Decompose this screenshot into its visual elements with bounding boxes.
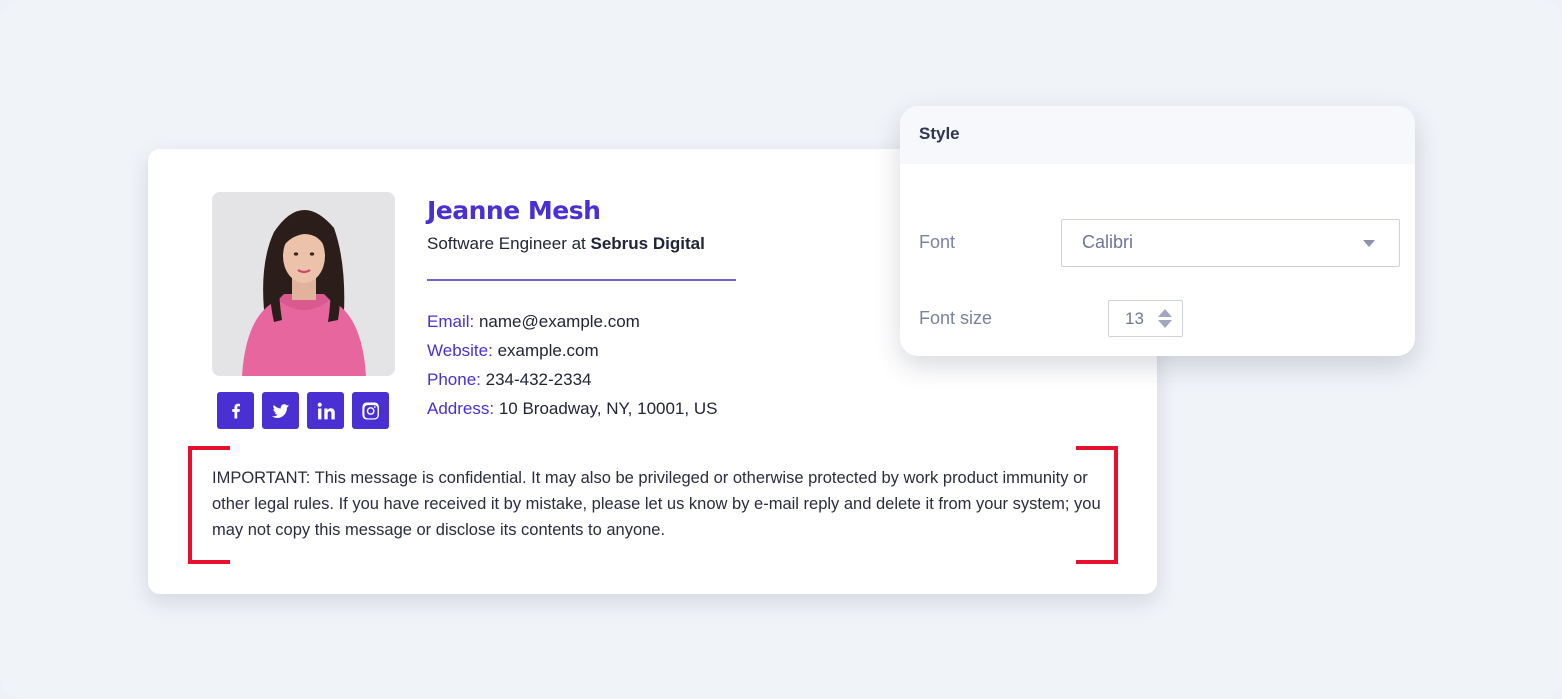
job-title: Software Engineer at (427, 234, 591, 253)
contact-value: example.com (497, 341, 599, 360)
confidentiality-disclaimer: IMPORTANT: This message is confidential.… (212, 469, 1101, 539)
contact-label: Website: (427, 341, 493, 360)
signature-divider (427, 279, 736, 281)
chevron-down-icon (1363, 240, 1375, 247)
twitter-icon (271, 403, 289, 418)
contact-value: name@example.com (478, 312, 640, 331)
contact-label: Phone: (427, 370, 481, 389)
contact-label: Email: (427, 312, 475, 331)
font-size-stepper[interactable] (1158, 309, 1172, 329)
font-size-value: 13 (1125, 309, 1144, 328)
contact-label: Address: (427, 399, 495, 418)
font-size-label: Font size (919, 308, 993, 328)
contact-row-address: Address: 10 Broadway, NY, 10001, US (427, 394, 717, 423)
panel-title: Style (900, 106, 1415, 164)
job-title-line: Software Engineer at Sebrus Digital (427, 234, 705, 254)
font-select-value: Calibri (1082, 232, 1134, 252)
font-label: Font (919, 232, 956, 252)
style-panel: Style Font Calibri Font size 13 (900, 106, 1415, 356)
company-name: Sebrus Digital (590, 234, 705, 253)
contact-row-phone: Phone: 234-432-2334 (427, 365, 717, 394)
font-size-input[interactable]: 13 (1108, 300, 1183, 337)
facebook-button[interactable] (217, 392, 254, 429)
font-select[interactable]: Calibri (1061, 219, 1400, 267)
linkedin-icon (317, 402, 335, 419)
stepper-down-icon[interactable] (1158, 320, 1172, 328)
contact-row-website: Website: example.com (427, 336, 717, 365)
linkedin-button[interactable] (307, 392, 344, 429)
contact-value: 10 Broadway, NY, 10001, US (498, 399, 718, 418)
facebook-icon (231, 403, 240, 418)
stepper-up-icon[interactable] (1158, 309, 1172, 317)
twitter-button[interactable] (262, 392, 299, 429)
person-portrait-image (212, 192, 395, 376)
contact-details: Email: name@example.com Website: example… (427, 307, 717, 423)
social-links (217, 392, 389, 429)
contact-row-email: Email: name@example.com (427, 307, 717, 336)
signature-name: Jeanne Mesh (427, 196, 601, 225)
instagram-icon (361, 401, 379, 420)
contact-value: 234-432-2334 (485, 370, 592, 389)
profile-photo (212, 192, 395, 376)
instagram-button[interactable] (352, 392, 389, 429)
